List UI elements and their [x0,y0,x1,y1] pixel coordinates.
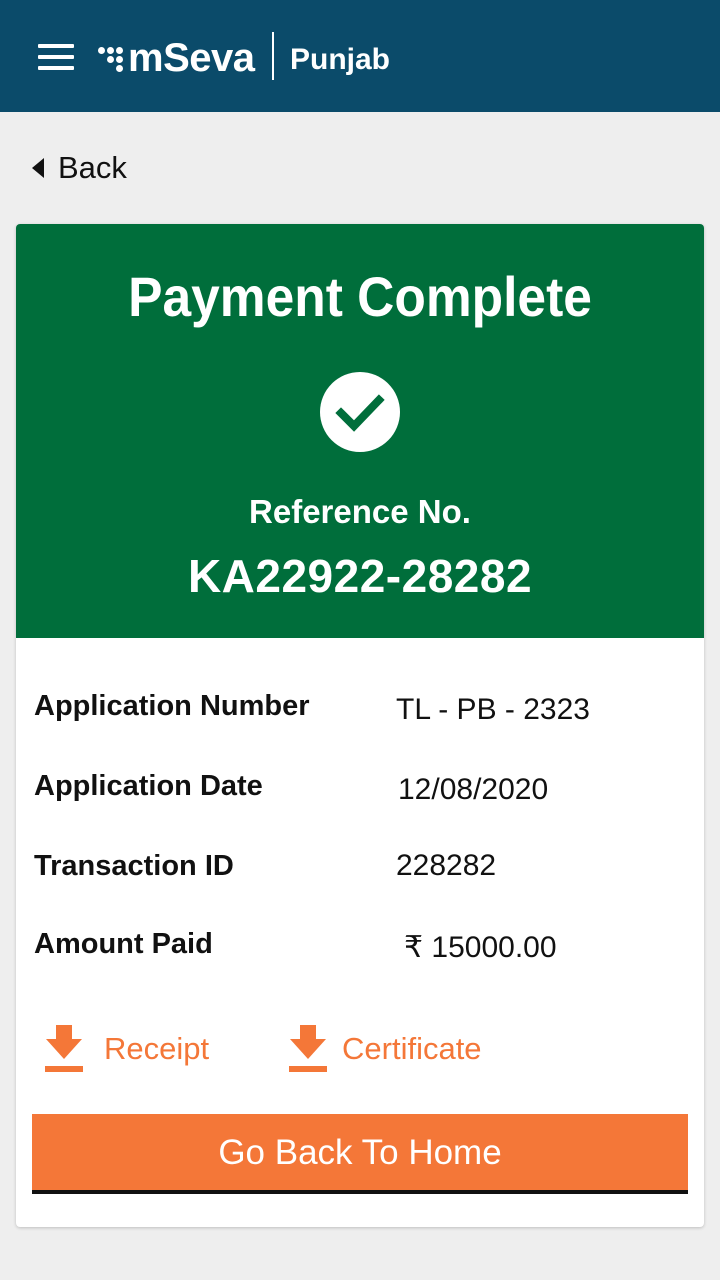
mseva-logo: mSeva [98,36,255,80]
transaction-id-label: Transaction ID [34,850,234,882]
check-circle-icon [320,372,400,452]
hamburger-menu-icon[interactable] [38,44,74,70]
reference-number: KA22922-28282 [187,550,533,602]
application-number-value: TL - PB - 2323 [396,693,590,726]
app-header: mSeva Punjab [0,0,720,112]
payment-status-banner: Payment Complete Reference No. KA22922-2… [16,224,704,638]
certificate-label: Certificate [342,1031,482,1066]
payment-status-title: Payment Complete [128,265,592,328]
state-name: Punjab [290,43,391,76]
download-icon [289,1025,327,1072]
application-date-label: Application Date [34,770,263,802]
reference-label: Reference No. [249,493,471,530]
download-certificate-button[interactable]: Certificate [288,1024,482,1074]
app-name: mSeva [128,36,255,80]
amount-paid-label: Amount Paid [34,928,213,960]
payment-card: Payment Complete Reference No. KA22922-2… [16,224,704,1227]
amount-paid-value: ₹ 15000.00 [404,931,557,964]
header-divider [272,32,274,80]
transaction-id-value: 228282 [396,849,497,882]
download-icon [45,1025,83,1072]
go-back-home-button[interactable]: Go Back To Home [32,1114,688,1194]
application-date-value: 12/08/2020 [398,773,549,806]
download-receipt-button[interactable]: Receipt [44,1024,209,1074]
back-label: Back [58,150,127,185]
logo-dots-icon [98,43,124,73]
caret-left-icon [32,158,44,178]
back-button[interactable]: Back [32,148,127,188]
application-number-label: Application Number [34,690,310,722]
receipt-label: Receipt [104,1031,210,1066]
